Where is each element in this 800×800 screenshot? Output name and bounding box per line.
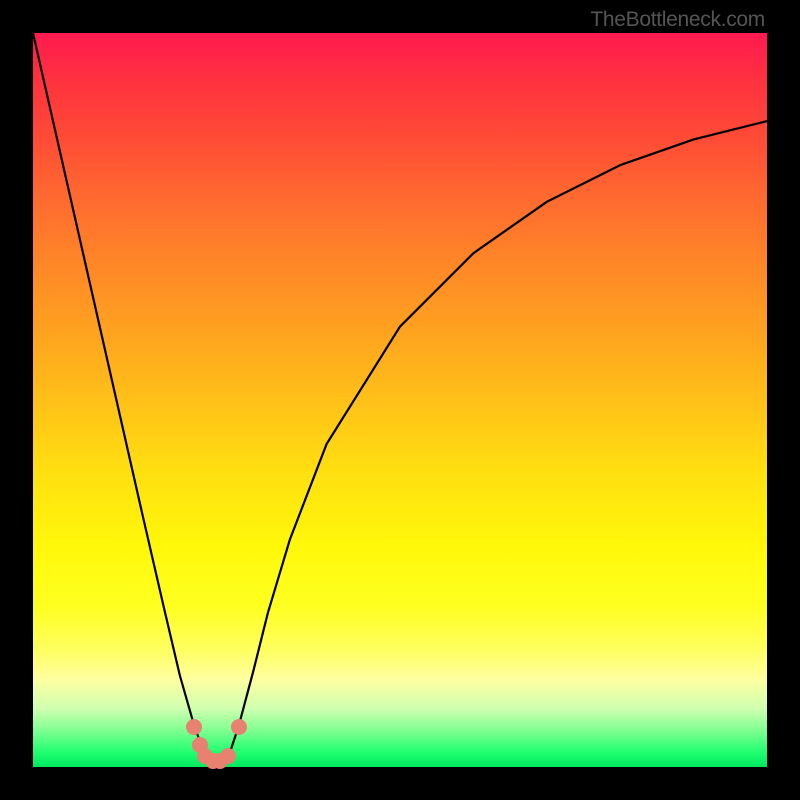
plot-gradient-background [33,33,767,767]
watermark-text: TheBottleneck.com [590,8,765,32]
chart-container: TheBottleneck.com [0,0,800,800]
